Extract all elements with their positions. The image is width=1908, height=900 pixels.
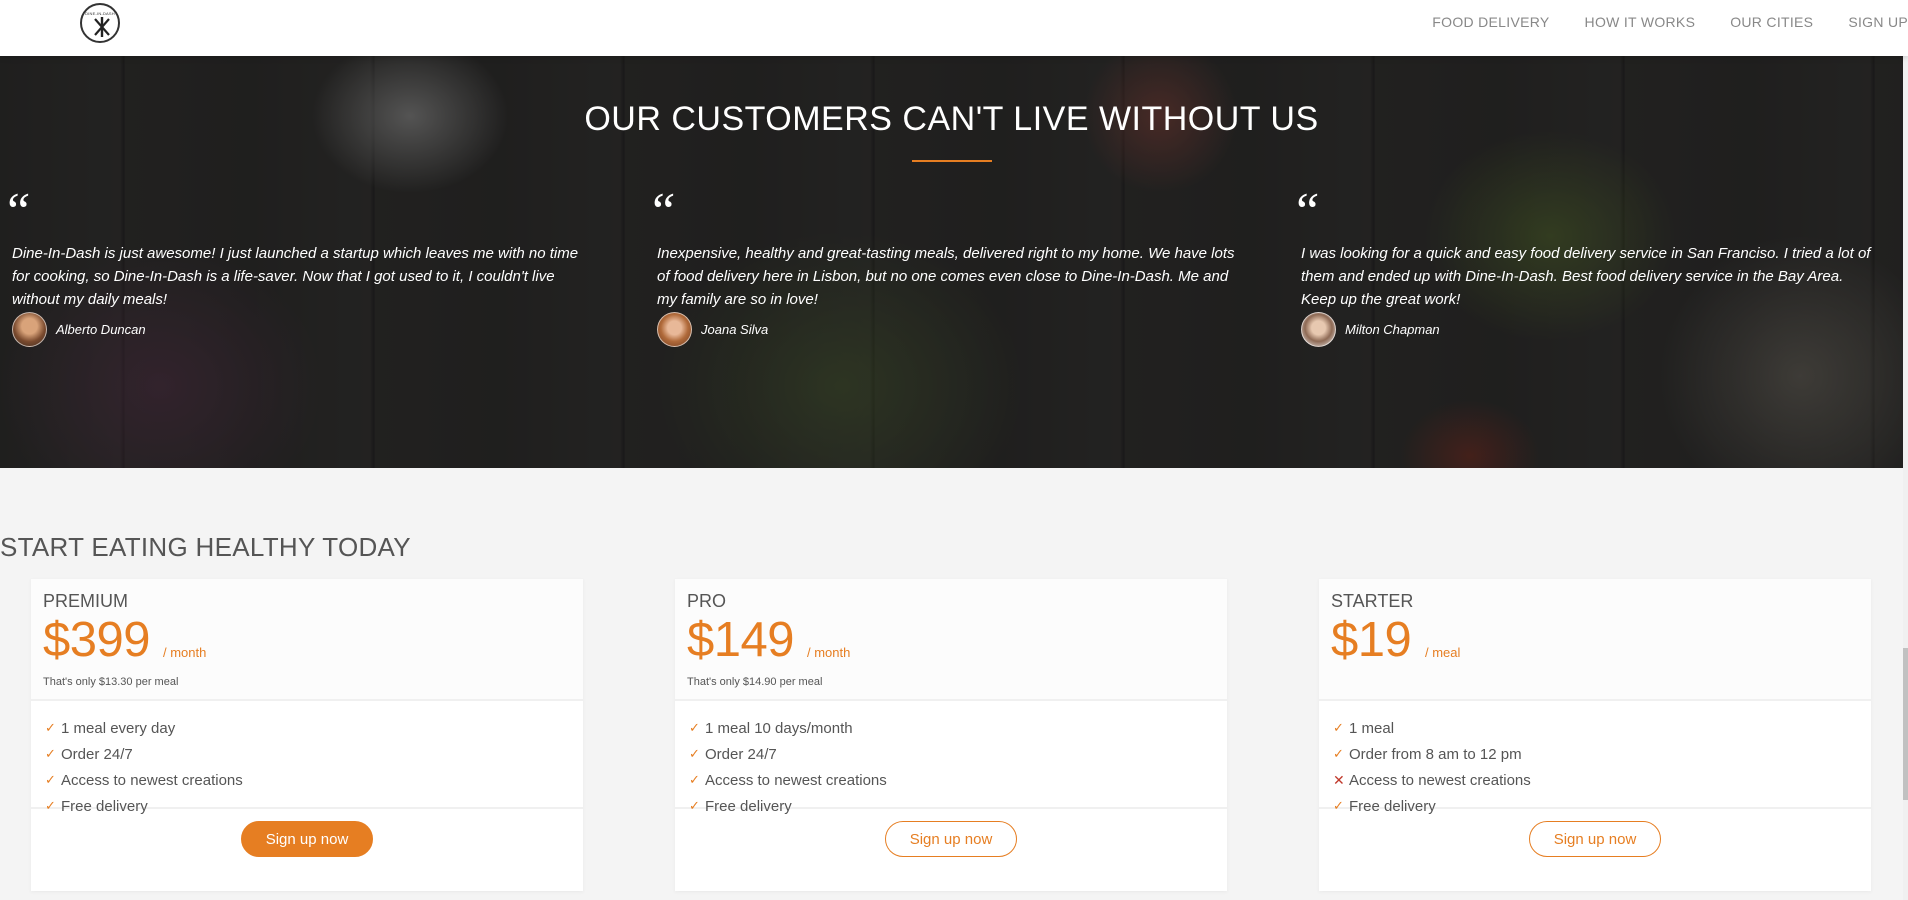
plan-header: STARTER $19 / meal: [1319, 579, 1871, 701]
nav-links: FOOD DELIVERY HOW IT WORKS OUR CITIES SI…: [1432, 14, 1908, 30]
feature-item: ✓ 1 meal every day: [45, 715, 583, 741]
plan-header: PREMIUM $399 / month That's only $13.30 …: [31, 579, 583, 701]
feature-text: 1 meal every day: [61, 719, 176, 737]
plan-price-unit: / month: [163, 645, 207, 660]
checkmark-icon: ✓: [1333, 720, 1344, 735]
plan-per-meal-note: That's only $13.30 per meal: [43, 676, 179, 688]
quote-icon: “: [1291, 183, 1320, 240]
checkmark-icon: ✓: [45, 772, 56, 787]
author-name: Milton Chapman: [1345, 322, 1440, 337]
top-navigation-bar: DINE-IN-DASH FOOD DELIVERY HOW IT WORKS …: [0, 0, 1908, 56]
plan-name: PRO: [687, 591, 727, 611]
testimonial-text: Dine-In-Dash is just awesome! I just lau…: [12, 245, 579, 308]
checkmark-icon: ✓: [689, 772, 700, 787]
plan-name: PREMIUM: [43, 591, 128, 611]
feature-item: ✓ 1 meal: [1333, 715, 1871, 741]
feature-item: ✓ 1 meal 10 days/month: [689, 715, 1227, 741]
plan-card-starter: STARTER $19 / meal ✓ 1 meal ✓ Order from 8…: [1319, 579, 1871, 891]
testimonial-author: Joana Silva: [657, 312, 768, 347]
testimonials-section: OUR CUSTOMERS CAN'T LIVE WITHOUT US “ Di…: [0, 56, 1903, 468]
plan-features: ✓ 1 meal 10 days/month ✓ Order 24/7 ✓ Acces…: [675, 703, 1227, 815]
avatar: [12, 312, 47, 347]
nav-link-our-cities[interactable]: OUR CITIES: [1730, 14, 1813, 30]
logo[interactable]: DINE-IN-DASH: [80, 3, 120, 43]
feature-text: Order 24/7: [61, 745, 133, 763]
avatar: [1301, 312, 1336, 347]
feature-item: ✓ Order from 8 am to 12 pm: [1333, 741, 1871, 767]
sign-up-button-premium[interactable]: Sign up now: [241, 821, 373, 857]
plan-name: STARTER: [1331, 591, 1414, 611]
testimonial-author: Milton Chapman: [1301, 312, 1440, 347]
plan-footer: Sign up now: [1319, 811, 1871, 891]
cross-icon: ✕: [1333, 771, 1345, 788]
plan-features: ✓ 1 meal ✓ Order from 8 am to 12 pm ✕ Acces…: [1319, 703, 1871, 815]
plan-price-unit: / meal: [1425, 645, 1461, 660]
scrollbar-thumb[interactable]: [1903, 648, 1908, 800]
feature-text: Order 24/7: [705, 745, 777, 763]
checkmark-icon: ✓: [1333, 746, 1344, 761]
testimonial-author: Alberto Duncan: [12, 312, 146, 347]
testimonial-text: Inexpensive, healthy and great-tasting m…: [657, 245, 1235, 308]
author-name: Alberto Duncan: [56, 322, 146, 337]
feature-item: ✕ Access to newest creations: [1333, 767, 1871, 793]
avatar: [657, 312, 692, 347]
sign-up-button-starter[interactable]: Sign up now: [1529, 821, 1661, 857]
feature-item: ✓ Order 24/7: [45, 741, 583, 767]
feature-item: ✓ Order 24/7: [689, 741, 1227, 767]
checkmark-icon: ✓: [689, 720, 700, 735]
feature-text: Order from 8 am to 12 pm: [1349, 745, 1522, 763]
plan-features: ✓ 1 meal every day ✓ Order 24/7 ✓ Access to…: [31, 703, 583, 815]
feature-text: 1 meal: [1349, 719, 1395, 737]
plan-price-unit: / month: [807, 645, 851, 660]
scrollbar-track[interactable]: [1903, 0, 1908, 900]
plan-price: $149: [687, 613, 795, 667]
plan-footer: Sign up now: [675, 811, 1227, 891]
nav-link-how-it-works[interactable]: HOW IT WORKS: [1585, 14, 1696, 30]
plan-per-meal-note: That's only $14.90 per meal: [687, 676, 823, 688]
plan-header: PRO $149 / month That's only $14.90 per …: [675, 579, 1227, 701]
plans-section-title: START EATING HEALTHY TODAY: [0, 532, 411, 562]
feature-text: Access to newest creations: [705, 771, 887, 789]
feature-text: Access to newest creations: [61, 771, 243, 789]
feature-text: Access to newest creations: [1349, 771, 1531, 789]
author-name: Joana Silva: [701, 322, 769, 337]
plan-price: $19: [1331, 613, 1412, 667]
title-underline: [912, 160, 992, 162]
testimonials-title: OUR CUSTOMERS CAN'T LIVE WITHOUT US: [584, 100, 1319, 138]
feature-item: ✓ Access to newest creations: [45, 767, 583, 793]
feature-text: 1 meal 10 days/month: [705, 719, 853, 737]
plan-price: $399: [43, 613, 151, 667]
plan-footer: Sign up now: [31, 811, 583, 891]
testimonial-text: I was looking for a quick and easy food …: [1301, 245, 1871, 308]
nav-link-sign-up[interactable]: SIGN UP: [1848, 14, 1908, 30]
checkmark-icon: ✓: [45, 720, 56, 735]
quote-icon: “: [647, 183, 676, 240]
checkmark-icon: ✓: [45, 746, 56, 761]
fork-knife-icon: [94, 17, 110, 37]
plan-card-pro: PRO $149 / month That's only $14.90 per …: [675, 579, 1227, 891]
sign-up-button-pro[interactable]: Sign up now: [885, 821, 1017, 857]
nav-link-food-delivery[interactable]: FOOD DELIVERY: [1432, 14, 1549, 30]
quote-icon: “: [2, 183, 31, 240]
checkmark-icon: ✓: [689, 746, 700, 761]
plan-card-premium: PREMIUM $399 / month That's only $13.30 …: [31, 579, 583, 891]
feature-item: ✓ Access to newest creations: [689, 767, 1227, 793]
